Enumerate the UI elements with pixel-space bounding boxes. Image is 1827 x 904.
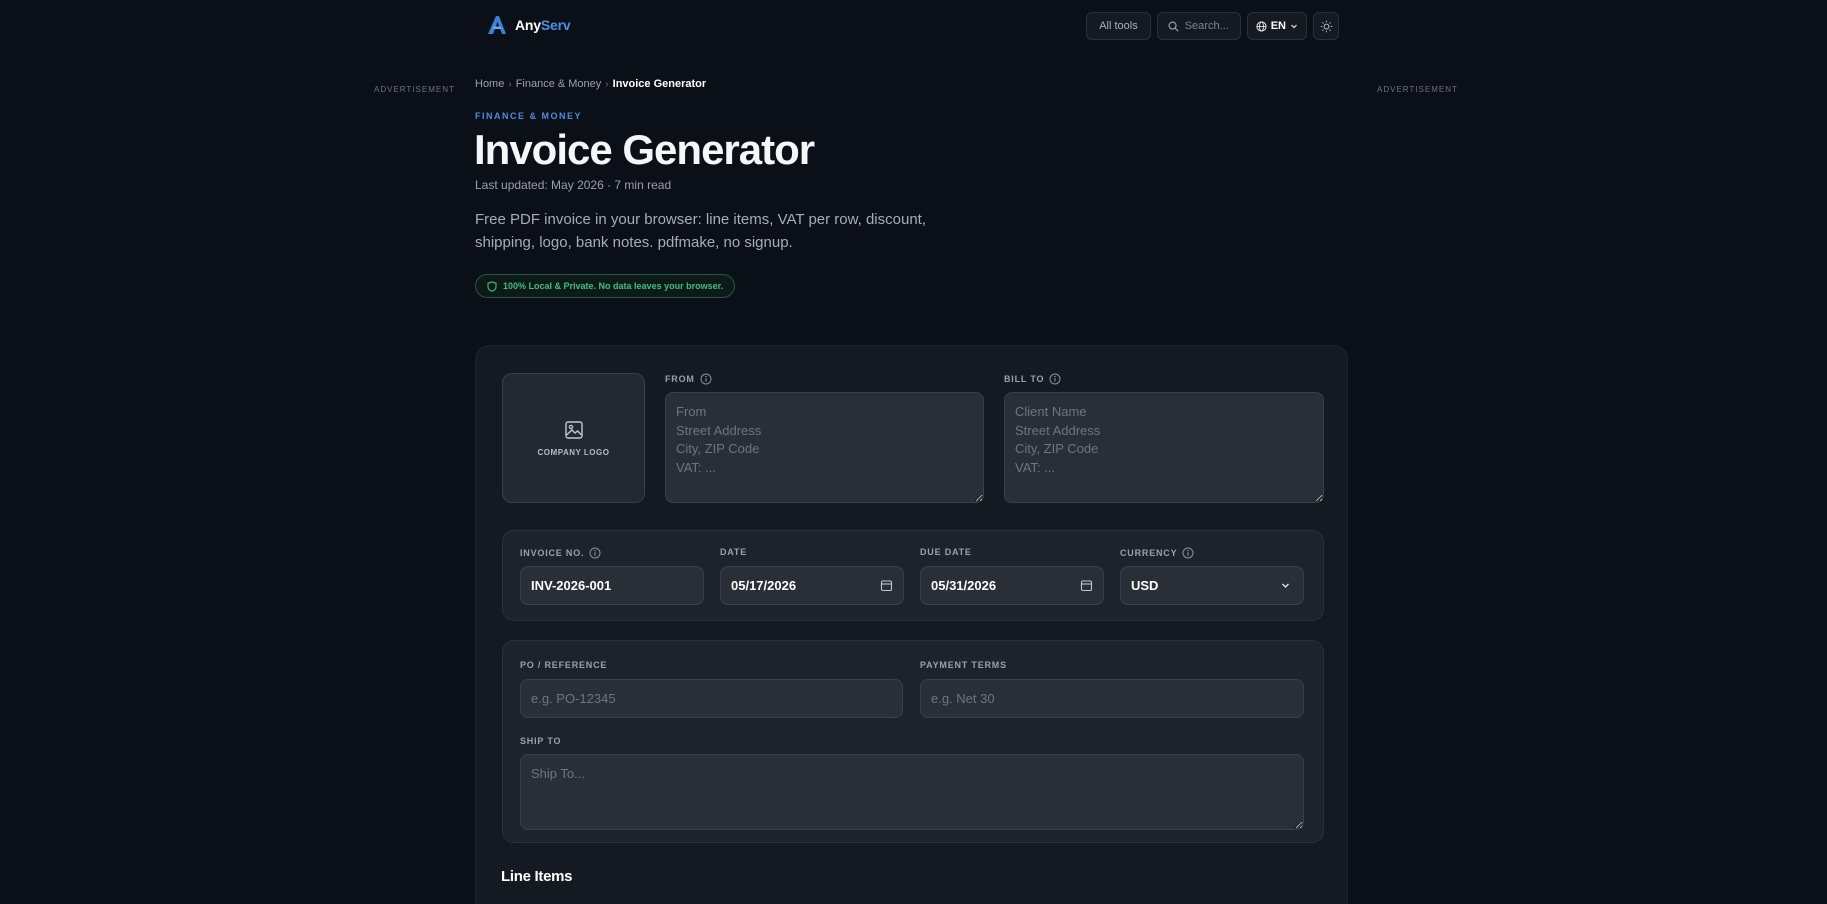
- invoice-no-label-text: INVOICE NO.: [520, 548, 585, 558]
- po-reference-input[interactable]: [520, 679, 903, 718]
- bill-to-textarea[interactable]: [1004, 392, 1324, 503]
- po-reference-label-text: PO / REFERENCE: [520, 660, 608, 670]
- page-meta: Last updated: May 2026 · 7 min read: [475, 178, 672, 192]
- reference-panel: PO / REFERENCE PAYMENT TERMS SHIP TO: [502, 640, 1324, 843]
- invoice-form-card: COMPANY LOGO FROM BILL TO INVOICE NO. DA…: [475, 345, 1348, 904]
- language-code: EN: [1270, 20, 1286, 32]
- calendar-icon[interactable]: [1080, 579, 1093, 592]
- advertisement-label-left: ADVERTISEMENT: [374, 85, 455, 94]
- image-icon: [564, 420, 583, 439]
- info-icon[interactable]: [700, 373, 712, 385]
- currency-label: CURRENCY: [1120, 547, 1194, 559]
- po-reference-label: PO / REFERENCE: [520, 660, 607, 670]
- all-tools-button[interactable]: All tools: [1086, 12, 1151, 40]
- advertisement-label-right: ADVERTISEMENT: [1377, 85, 1458, 94]
- theme-toggle-button[interactable]: [1313, 12, 1339, 40]
- brand-logo[interactable]: AnyServ: [485, 13, 571, 37]
- info-icon[interactable]: [1049, 373, 1061, 385]
- ship-to-label: SHIP TO: [520, 736, 561, 746]
- due-date-label: DUE DATE: [920, 547, 972, 557]
- ship-to-label-text: SHIP TO: [520, 736, 562, 746]
- search-icon: [1168, 21, 1179, 32]
- privacy-text: 100% Local & Private. No data leaves you…: [503, 281, 724, 291]
- language-selector[interactable]: EN: [1246, 12, 1307, 40]
- chevron-right-icon: ›: [508, 78, 512, 90]
- shield-icon: [487, 280, 497, 292]
- currency-select[interactable]: USD: [1120, 566, 1304, 605]
- info-icon[interactable]: [589, 547, 601, 559]
- page-title: Invoice Generator: [474, 126, 815, 173]
- sun-icon: [1320, 20, 1332, 32]
- page-category: FINANCE & MONEY: [475, 111, 583, 121]
- page-description: Free PDF invoice in your browser: line i…: [475, 211, 927, 251]
- company-logo-upload[interactable]: COMPANY LOGO: [502, 373, 645, 503]
- invoice-no-label: INVOICE NO.: [520, 547, 601, 559]
- globe-icon: [1256, 20, 1267, 32]
- payment-terms-label-text: PAYMENT TERMS: [920, 660, 1007, 670]
- ship-to-textarea[interactable]: [520, 754, 1304, 830]
- due-date-input[interactable]: [920, 566, 1104, 605]
- currency-selected-text: USD: [1131, 578, 1159, 593]
- calendar-icon[interactable]: [880, 579, 893, 592]
- info-icon[interactable]: [1182, 547, 1194, 559]
- breadcrumb-category[interactable]: Finance & Money: [516, 78, 602, 90]
- breadcrumb-home[interactable]: Home: [475, 78, 504, 90]
- line-items-title: Line Items: [501, 868, 573, 885]
- invoice-details-panel: INVOICE NO. DATE DUE DATE CURRENCY USD: [502, 530, 1324, 621]
- company-logo-label: COMPANY LOGO: [537, 447, 610, 457]
- due-date-label-text: DUE DATE: [920, 547, 972, 557]
- bill-to-label-text: BILL TO: [1004, 374, 1045, 384]
- due-date-field: [920, 566, 1104, 605]
- top-navigation: AnyServ All tools Search... EN: [0, 0, 1827, 52]
- privacy-badge: 100% Local & Private. No data leaves you…: [475, 274, 736, 298]
- search-button[interactable]: Search...: [1156, 12, 1241, 40]
- payment-terms-label: PAYMENT TERMS: [920, 660, 1007, 670]
- all-tools-label: All tools: [1099, 20, 1138, 32]
- from-textarea[interactable]: [665, 392, 984, 503]
- chevron-down-icon: [1282, 583, 1289, 588]
- date-field: [720, 566, 904, 605]
- brand-name-part2: Serv: [540, 17, 571, 33]
- search-placeholder: Search...: [1184, 20, 1229, 32]
- invoice-number-input[interactable]: [520, 566, 704, 605]
- payment-terms-input[interactable]: [920, 679, 1304, 718]
- anyserv-logo-icon: [488, 16, 506, 34]
- nav-actions: All tools Search... EN: [1086, 12, 1339, 40]
- bill-to-label: BILL TO: [1004, 373, 1061, 385]
- from-label-text: FROM: [665, 374, 695, 384]
- from-label: FROM: [665, 373, 712, 385]
- breadcrumb: Home › Finance & Money › Invoice Generat…: [475, 78, 706, 90]
- breadcrumb-current: Invoice Generator: [612, 78, 707, 90]
- chevron-right-icon: ›: [605, 78, 609, 90]
- currency-value[interactable]: USD: [1120, 566, 1304, 605]
- date-input[interactable]: [720, 566, 904, 605]
- date-label-text: DATE: [720, 547, 748, 557]
- brand-name-part1: Any: [515, 17, 541, 33]
- chevron-down-icon: [1291, 24, 1297, 29]
- currency-label-text: CURRENCY: [1120, 548, 1178, 558]
- date-label: DATE: [720, 547, 747, 557]
- brand-name: AnyServ: [515, 17, 571, 33]
